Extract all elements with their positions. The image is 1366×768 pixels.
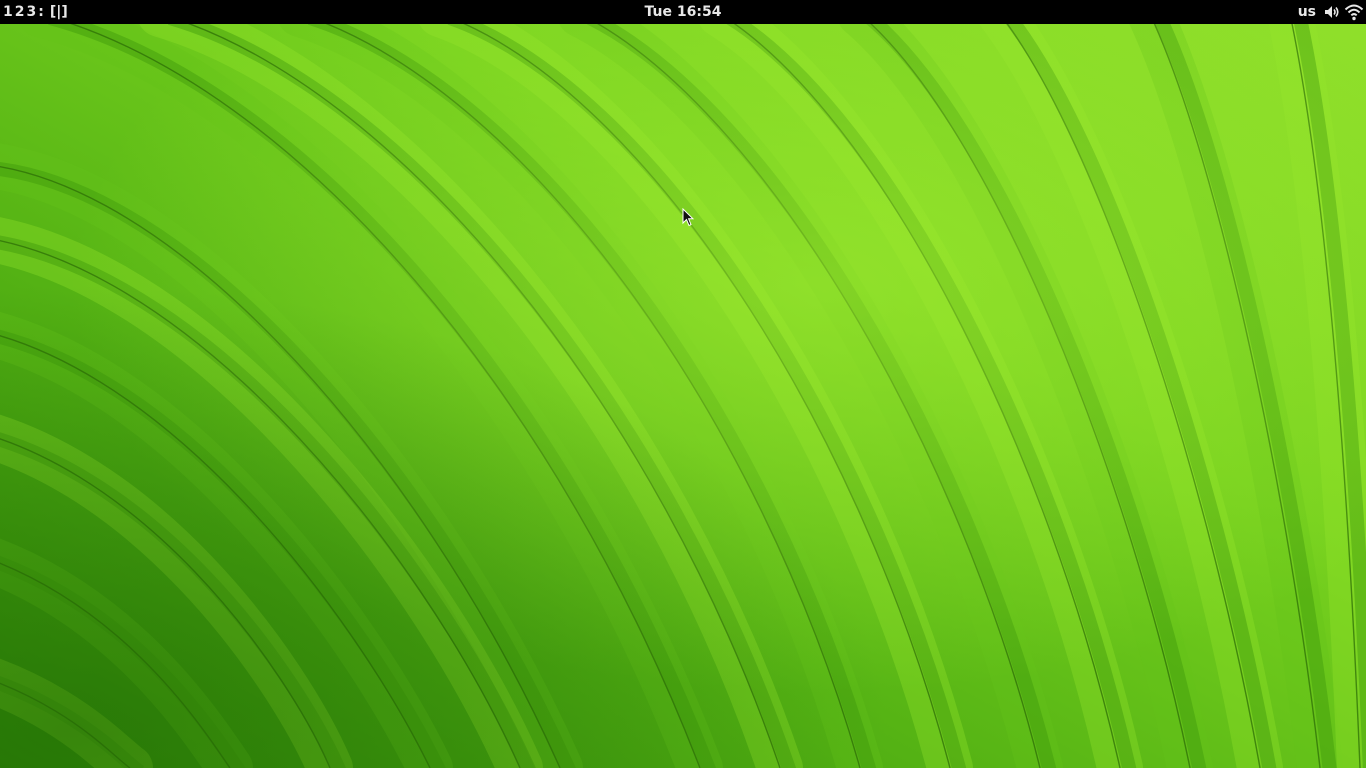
- clock[interactable]: Tue 16:54: [645, 4, 722, 20]
- workspace-1[interactable]: 1: [3, 0, 15, 24]
- keyboard-layout-indicator[interactable]: us: [1298, 0, 1316, 24]
- system-tray: us: [1298, 0, 1364, 24]
- mouse-cursor-icon: [682, 208, 694, 227]
- clock-container: Tue 16:54: [0, 0, 1366, 24]
- workspace-2[interactable]: 2: [15, 0, 27, 24]
- workspace-3[interactable]: 3: [27, 0, 39, 24]
- volume-icon[interactable]: [1322, 2, 1342, 22]
- top-panel: 1 2 3 : [|] Tue 16:54 us: [0, 0, 1366, 24]
- workspace-switcher: 1 2 3 : [|]: [3, 0, 68, 24]
- workspace-separator: :: [38, 4, 44, 20]
- layout-indicator[interactable]: [|]: [50, 0, 68, 24]
- desktop-wallpaper: [0, 24, 1366, 768]
- wifi-icon[interactable]: [1344, 2, 1364, 22]
